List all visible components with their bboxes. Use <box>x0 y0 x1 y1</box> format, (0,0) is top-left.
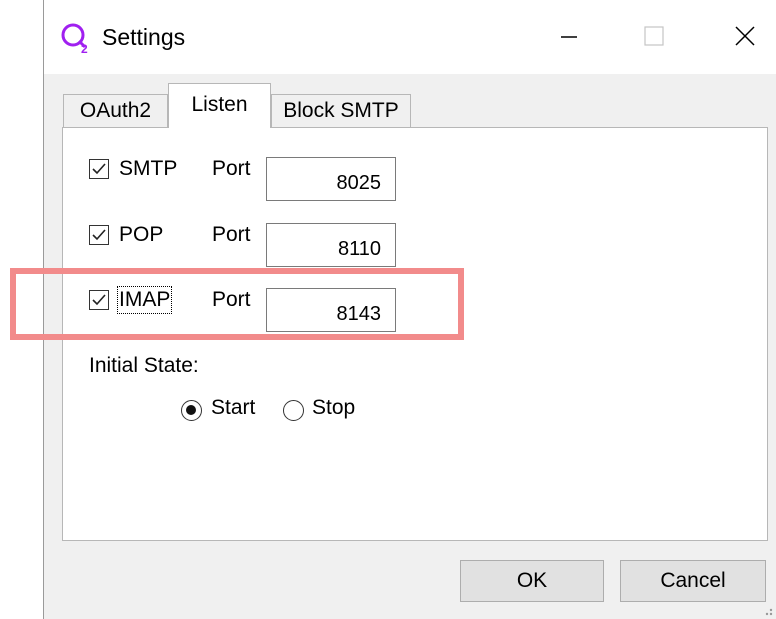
stop-label[interactable]: Stop <box>312 396 355 420</box>
pop-checkbox[interactable] <box>89 225 109 245</box>
svg-text:2: 2 <box>81 42 88 55</box>
close-icon <box>735 26 755 46</box>
smtp-label[interactable]: SMTP <box>119 157 177 181</box>
minimize-button[interactable] <box>542 13 596 59</box>
cancel-button[interactable]: Cancel <box>620 560 766 602</box>
initial-state-label: Initial State: <box>89 354 199 377</box>
pop-row: POP Port 8110 <box>63 223 767 273</box>
pop-port-label: Port <box>212 223 251 246</box>
smtp-row: SMTP Port 8025 <box>63 157 767 207</box>
minimize-icon <box>561 36 577 38</box>
maximize-icon <box>644 26 664 46</box>
smtp-port-label: Port <box>212 157 251 180</box>
window-title: Settings <box>102 24 186 50</box>
maximize-button[interactable] <box>627 13 681 59</box>
checkmark-icon <box>92 163 106 175</box>
stop-radio[interactable] <box>283 400 304 421</box>
resize-grip-icon[interactable] <box>760 603 774 617</box>
pop-label[interactable]: POP <box>119 223 163 247</box>
tab-oauth2[interactable]: OAuth2 <box>63 94 168 127</box>
o2-app-icon: 2 <box>61 23 88 55</box>
checkmark-icon <box>92 229 106 241</box>
start-radio[interactable] <box>181 400 202 421</box>
tab-listen[interactable]: Listen <box>168 83 271 128</box>
title-bar[interactable]: 2 Settings <box>44 0 776 74</box>
tab-block-smtp[interactable]: Block SMTP <box>271 94 411 127</box>
radio-selected-dot <box>186 405 196 415</box>
pop-port-input[interactable]: 8110 <box>266 223 396 267</box>
start-label[interactable]: Start <box>211 396 255 420</box>
imap-highlight-box <box>10 268 464 340</box>
smtp-checkbox[interactable] <box>89 159 109 179</box>
smtp-port-input[interactable]: 8025 <box>266 157 396 201</box>
close-button[interactable] <box>718 13 772 59</box>
ok-button[interactable]: OK <box>460 560 604 602</box>
